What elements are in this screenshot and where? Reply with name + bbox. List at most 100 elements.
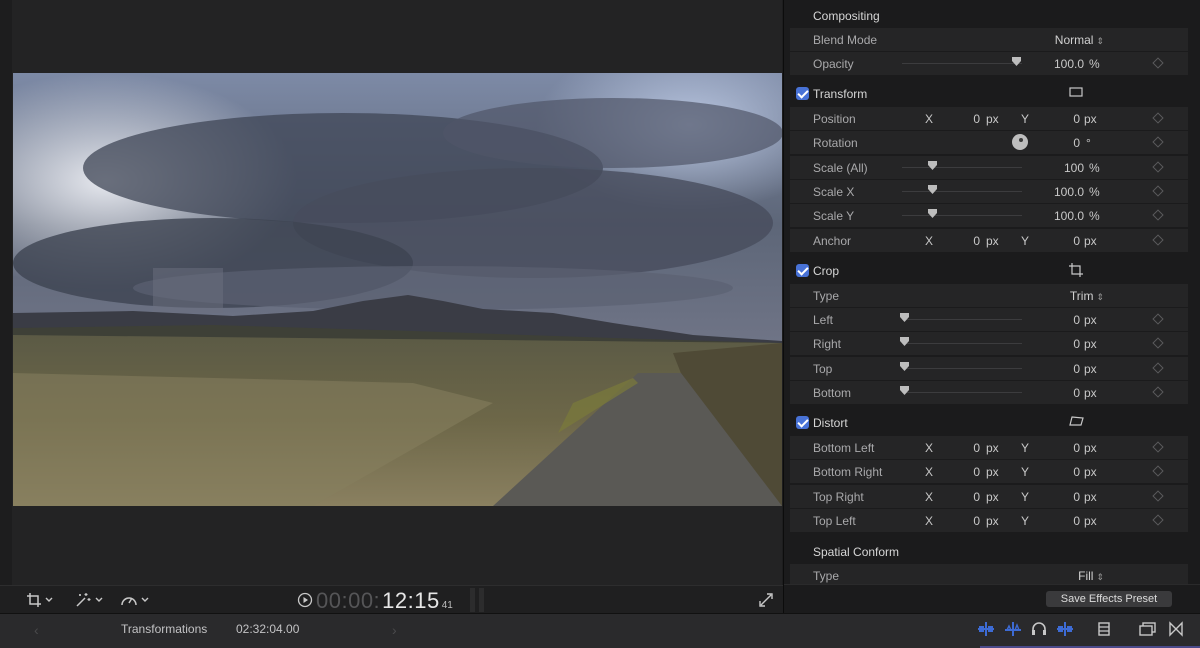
keyframe-diamond-icon[interactable]	[1152, 234, 1164, 246]
keyframe-diamond-icon[interactable]	[1152, 313, 1164, 325]
transform-checkbox[interactable]	[796, 87, 809, 100]
bottom-left-x-value[interactable]: 0	[950, 441, 980, 455]
timecode-frames: 41	[441, 600, 453, 611]
crop-right-value[interactable]: 0	[1050, 337, 1080, 351]
keyframe-diamond-icon[interactable]	[1152, 386, 1164, 398]
unit-label: px	[986, 112, 999, 126]
crop-left-row: Left 0 px	[790, 308, 1188, 331]
crop-top-slider[interactable]	[902, 368, 1022, 369]
popup-value: Fill	[1078, 569, 1094, 583]
timeline-index-icon[interactable]	[1139, 621, 1157, 637]
crop-bottom-value[interactable]: 0	[1050, 386, 1080, 400]
keyframe-diamond-icon[interactable]	[1152, 136, 1164, 148]
slider-knob[interactable]	[928, 161, 937, 170]
slider-knob[interactable]	[928, 209, 937, 218]
crop-left-slider[interactable]	[902, 319, 1022, 320]
back-arrow-icon[interactable]: ‹	[34, 622, 39, 638]
scale-all-slider[interactable]	[902, 167, 1022, 168]
top-right-x-value[interactable]: 0	[950, 490, 980, 504]
position-y-value[interactable]: 0	[1050, 112, 1080, 126]
bottom-right-x-value[interactable]: 0	[950, 465, 980, 479]
scale-all-row: Scale (All) 100 %	[790, 156, 1188, 179]
slider-knob[interactable]	[900, 313, 909, 322]
slider-knob[interactable]	[900, 362, 909, 371]
crop-checkbox[interactable]	[796, 264, 809, 277]
slider-knob[interactable]	[900, 386, 909, 395]
fullscreen-icon[interactable]	[758, 592, 774, 608]
scale-y-value[interactable]: 100.0	[1038, 209, 1084, 223]
retime-tool-menu[interactable]	[120, 590, 149, 610]
blend-mode-popup[interactable]: Normal ⇕	[1055, 33, 1104, 47]
param-label: Blend Mode	[813, 33, 878, 47]
param-label: Anchor	[813, 234, 852, 248]
headphones-icon[interactable]	[1031, 621, 1047, 637]
save-effects-preset-button[interactable]: Save Effects Preset	[1046, 591, 1172, 607]
scale-x-slider[interactable]	[902, 191, 1022, 192]
top-left-x-value[interactable]: 0	[950, 514, 980, 528]
crop-type-row: Type Trim ⇕	[790, 284, 1188, 307]
scale-x-value[interactable]: 100.0	[1038, 185, 1084, 199]
scale-y-row: Scale Y 100.0 %	[790, 204, 1188, 227]
keyframe-diamond-icon[interactable]	[1152, 465, 1164, 477]
transform-onscreen-icon[interactable]	[1069, 86, 1083, 98]
forward-arrow-icon[interactable]: ›	[392, 622, 397, 638]
skimming-icon[interactable]	[1003, 621, 1023, 637]
keyframe-diamond-icon[interactable]	[1152, 337, 1164, 349]
keyframe-diamond-icon[interactable]	[1152, 112, 1164, 124]
timeline-header-bar: ‹ Transformations 02:32:04.00 ›	[0, 613, 1200, 648]
crop-bottom-slider[interactable]	[902, 392, 1022, 393]
crop-top-value[interactable]: 0	[1050, 362, 1080, 376]
bottom-left-y-value[interactable]: 0	[1050, 441, 1080, 455]
video-frame[interactable]	[13, 73, 782, 506]
keyframe-diamond-icon[interactable]	[1152, 185, 1164, 197]
enhance-tool-menu[interactable]	[74, 590, 103, 610]
crop-right-slider[interactable]	[902, 343, 1022, 344]
playback-icon[interactable]	[297, 592, 313, 608]
snapping-icon[interactable]	[1055, 621, 1075, 637]
crop-bottom-row: Bottom 0 px	[790, 381, 1188, 404]
bottom-right-y-value[interactable]: 0	[1050, 465, 1080, 479]
keyframe-diamond-icon[interactable]	[1152, 490, 1164, 502]
crop-tool-menu[interactable]	[26, 590, 53, 610]
top-left-y-value[interactable]: 0	[1050, 514, 1080, 528]
top-right-y-value[interactable]: 0	[1050, 490, 1080, 504]
distort-onscreen-icon[interactable]	[1069, 415, 1085, 427]
anchor-y-value[interactable]: 0	[1050, 234, 1080, 248]
unit-label: px	[986, 441, 999, 455]
scale-y-slider[interactable]	[902, 215, 1022, 216]
rotation-value[interactable]: 0	[1050, 136, 1080, 150]
anchor-x-value[interactable]: 0	[950, 234, 980, 248]
keyframe-diamond-icon[interactable]	[1152, 362, 1164, 374]
param-label: Bottom Right	[813, 465, 883, 479]
slider-knob[interactable]	[900, 337, 909, 346]
audio-skimming-icon[interactable]	[976, 621, 996, 637]
keyframe-diamond-icon[interactable]	[1152, 57, 1164, 69]
crop-icon	[27, 593, 41, 607]
opacity-slider[interactable]	[902, 63, 1022, 64]
scale-all-value[interactable]: 100	[1038, 161, 1084, 175]
slider-knob[interactable]	[928, 185, 937, 194]
spatial-conform-type-popup[interactable]: Fill ⇕	[1078, 569, 1104, 583]
section-title: Spatial Conform	[813, 545, 900, 559]
distort-checkbox[interactable]	[796, 416, 809, 429]
crop-type-popup[interactable]: Trim ⇕	[1070, 289, 1104, 303]
keyframe-diamond-icon[interactable]	[1152, 441, 1164, 453]
keyframe-diamond-icon[interactable]	[1152, 161, 1164, 173]
position-x-value[interactable]: 0	[950, 112, 980, 126]
effects-browser-icon[interactable]	[1168, 621, 1184, 637]
crop-left-value[interactable]: 0	[1050, 313, 1080, 327]
crop-onscreen-icon[interactable]	[1069, 263, 1083, 277]
clip-appearance-icon[interactable]	[1097, 621, 1111, 637]
inspector-scroll-area[interactable]: Compositing Blend Mode Normal ⇕ Opacity 1…	[790, 0, 1194, 584]
crop-top-row: Top 0 px	[790, 357, 1188, 380]
unit-label: px	[1084, 514, 1097, 528]
rotation-dial[interactable]	[1012, 134, 1028, 150]
timecode-display[interactable]: 00:00: 12:15 41	[316, 588, 453, 613]
keyframe-diamond-icon[interactable]	[1152, 514, 1164, 526]
opacity-value[interactable]: 100.0	[1038, 57, 1084, 71]
keyframe-diamond-icon[interactable]	[1152, 209, 1164, 221]
slider-knob[interactable]	[1012, 57, 1021, 66]
magic-wand-icon	[76, 593, 91, 607]
param-label: Bottom	[813, 386, 852, 400]
param-label: Top	[813, 362, 833, 376]
